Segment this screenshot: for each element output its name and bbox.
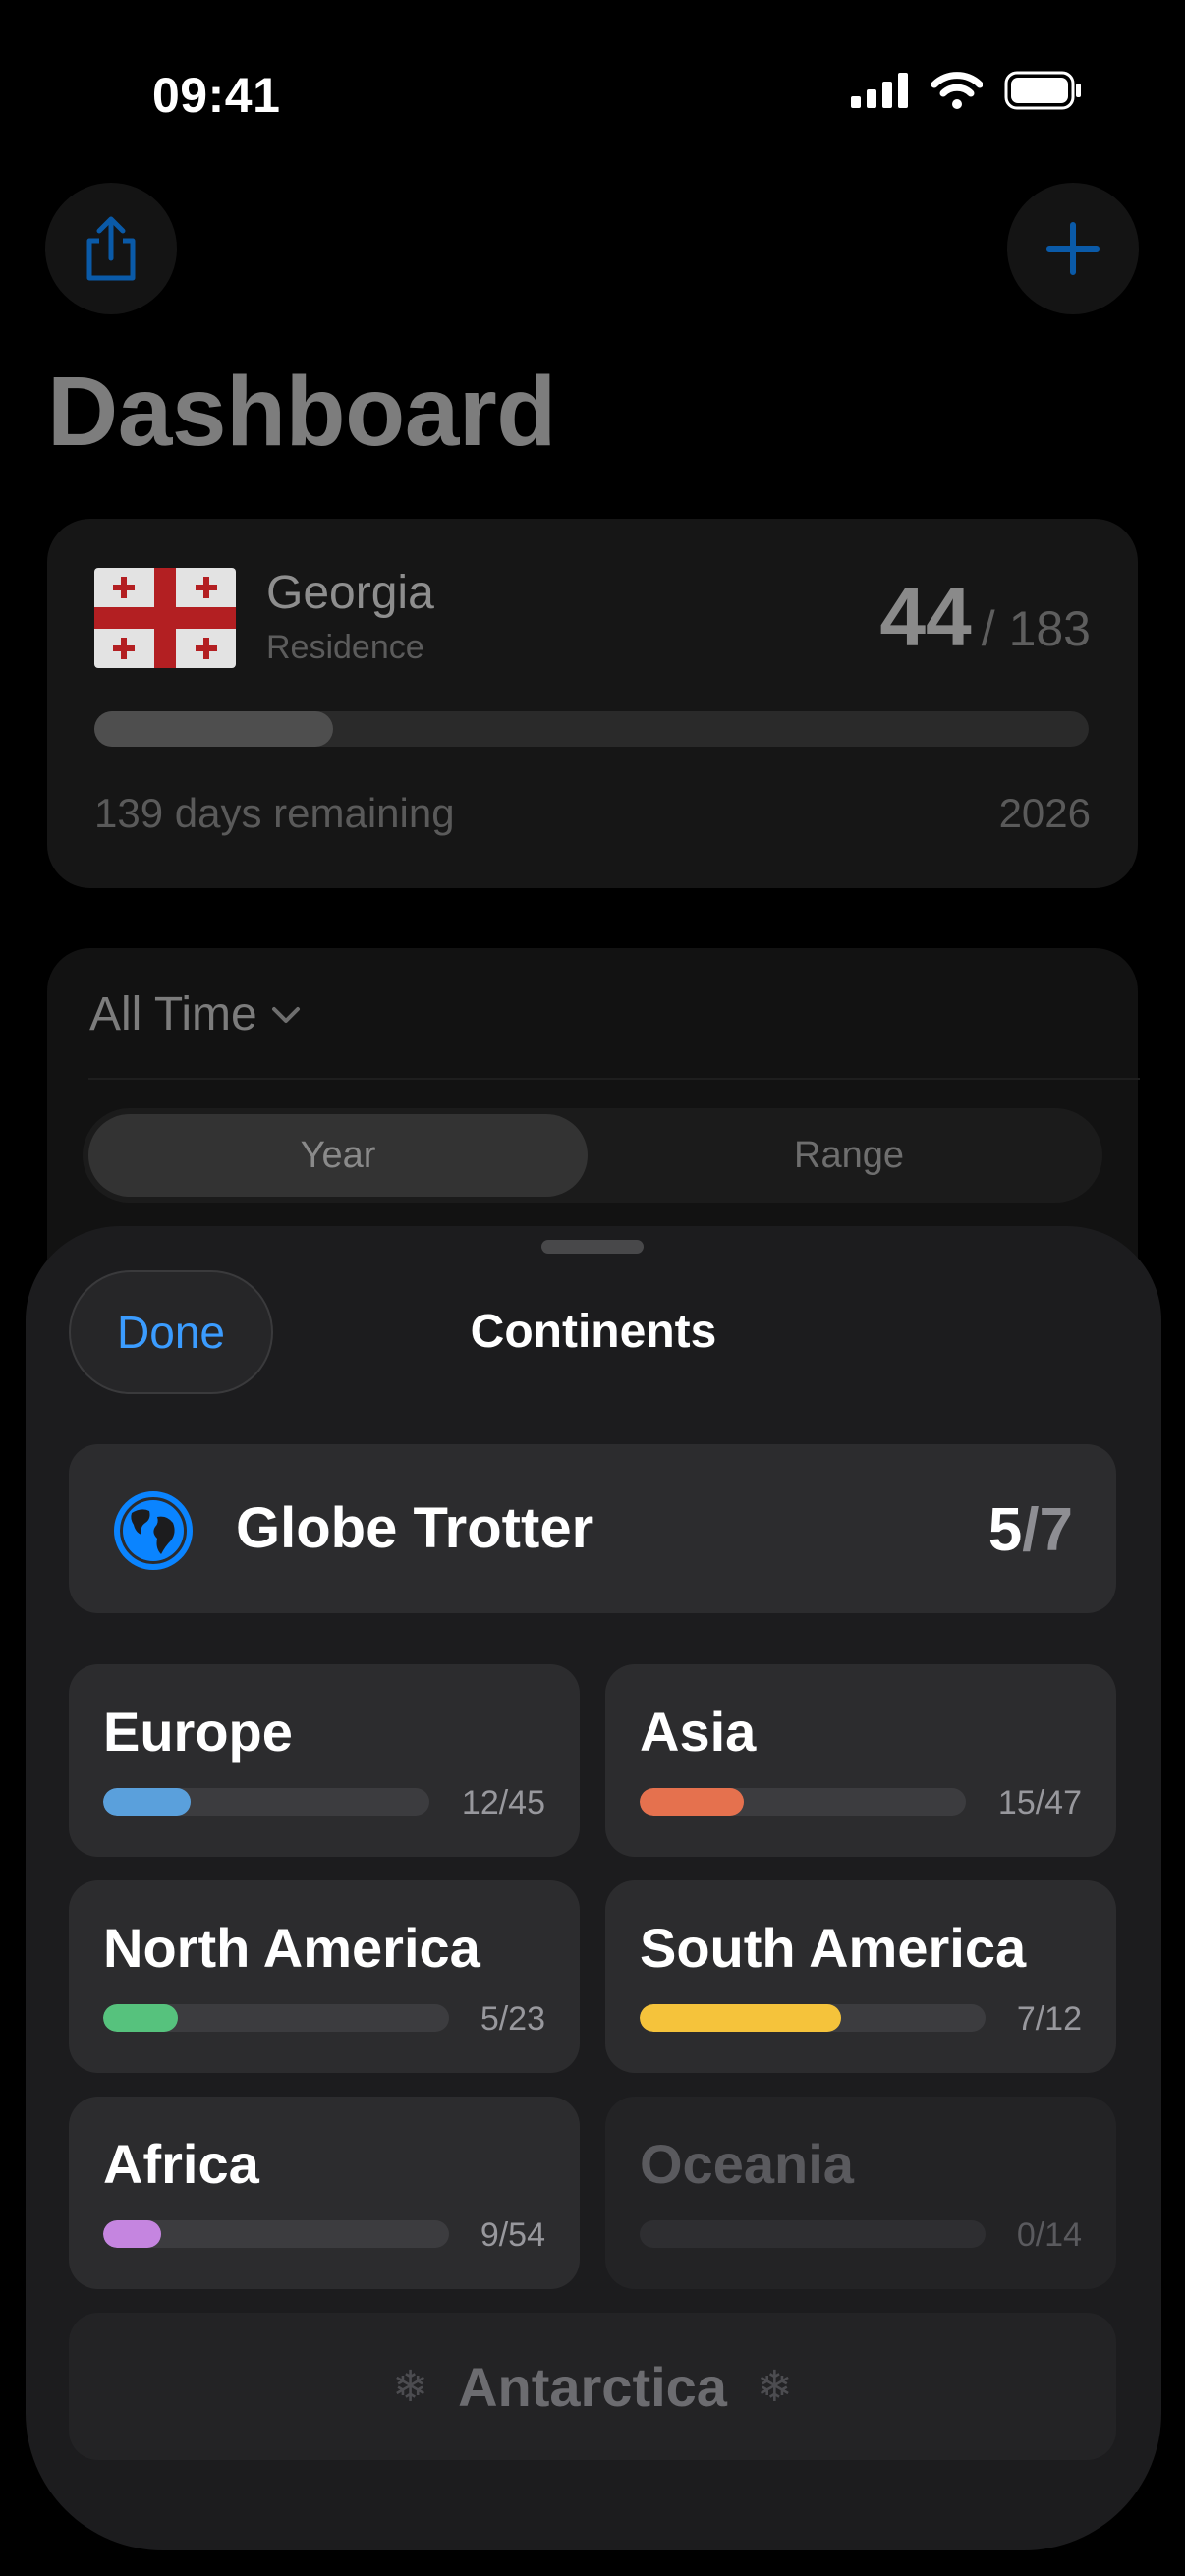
share-icon <box>86 216 136 281</box>
plus-icon <box>1046 222 1100 275</box>
period-dropdown[interactable]: All Time <box>89 987 301 1041</box>
continent-name: Oceania <box>640 2133 854 2195</box>
residence-day-count: 44 / 183 <box>879 570 1091 665</box>
continent-progress-bar <box>640 2220 986 2248</box>
continent-count: 15/47 <box>997 1784 1082 1821</box>
continent-progress-bar <box>103 2220 449 2248</box>
continent-name: Asia <box>640 1701 757 1763</box>
residence-year: 2026 <box>998 790 1091 836</box>
continent-progress-bar <box>103 1788 429 1816</box>
continent-card-asia[interactable]: Asia 15/47 <box>605 1664 1116 1857</box>
continents-sheet: Done Continents Globe Trotter 5/7 Europe… <box>26 1226 1161 2550</box>
continent-progress-fill <box>103 2004 179 2032</box>
georgia-flag <box>94 568 236 668</box>
divider <box>88 1078 1140 1080</box>
snowflake-icon: ❄ <box>756 2362 793 2411</box>
chevron-down-icon <box>271 1006 300 1023</box>
continent-count: 5/23 <box>480 2000 545 2038</box>
continent-progress-fill <box>640 2004 842 2032</box>
sheet-title: Continents <box>470 1306 717 1358</box>
continent-name: North America <box>103 1917 480 1979</box>
continent-card-oceania[interactable]: Oceania 0/14 <box>605 2097 1116 2289</box>
continent-card-antarctica[interactable]: ❄ Antarctica ❄ <box>69 2313 1116 2460</box>
sheet-grabber[interactable] <box>541 1240 644 1254</box>
globe-icon <box>114 1491 193 1570</box>
segmented-control: Year Range <box>83 1108 1102 1203</box>
page-title: Dashboard <box>47 357 556 467</box>
globe-trotter-card[interactable]: Globe Trotter 5/7 <box>69 1444 1116 1613</box>
continent-progress-fill <box>103 2220 161 2248</box>
segment-range[interactable]: Range <box>599 1114 1099 1197</box>
continent-progress-bar <box>103 2004 449 2032</box>
snowflake-icon: ❄ <box>392 2362 429 2411</box>
share-button[interactable] <box>45 183 177 314</box>
residence-limit: / 183 <box>981 601 1091 656</box>
period-label: All Time <box>89 988 257 1040</box>
continent-count: 0/14 <box>1016 2216 1082 2254</box>
residence-remaining: 139 days remaining <box>94 790 455 836</box>
continent-count: 9/54 <box>480 2216 545 2254</box>
residence-progress-bar <box>94 711 1089 747</box>
continent-card-south-america[interactable]: South America 7/12 <box>605 1880 1116 2073</box>
add-button[interactable] <box>1007 183 1139 314</box>
residence-card[interactable]: Georgia Residence 44 / 183 139 days rema… <box>47 519 1138 888</box>
residence-country: Georgia <box>266 567 434 619</box>
continent-progress-bar <box>640 2004 986 2032</box>
residence-progress-fill <box>94 711 333 747</box>
achievement-count: 5/7 <box>988 1495 1073 1565</box>
continent-name: South America <box>640 1917 1027 1979</box>
segment-year[interactable]: Year <box>88 1114 588 1197</box>
residence-type: Residence <box>266 629 424 666</box>
continent-name: Africa <box>103 2133 259 2195</box>
continent-card-north-america[interactable]: North America 5/23 <box>69 1880 580 2073</box>
antarctica-label: Antarctica <box>458 2355 727 2418</box>
residence-days: 44 <box>879 571 972 663</box>
continent-card-europe[interactable]: Europe 12/45 <box>69 1664 580 1857</box>
continent-progress-bar <box>640 1788 966 1816</box>
continent-count: 12/45 <box>461 1784 545 1821</box>
continent-progress-fill <box>640 1788 744 1816</box>
continent-card-africa[interactable]: Africa 9/54 <box>69 2097 580 2289</box>
achievement-separator: / <box>1022 1496 1040 1564</box>
continent-name: Europe <box>103 1701 293 1763</box>
continent-progress-fill <box>103 1788 191 1816</box>
achievement-total: 7 <box>1039 1496 1073 1564</box>
continent-count: 7/12 <box>1016 2000 1082 2038</box>
achievement-visited: 5 <box>988 1496 1023 1564</box>
achievement-name: Globe Trotter <box>236 1496 594 1560</box>
